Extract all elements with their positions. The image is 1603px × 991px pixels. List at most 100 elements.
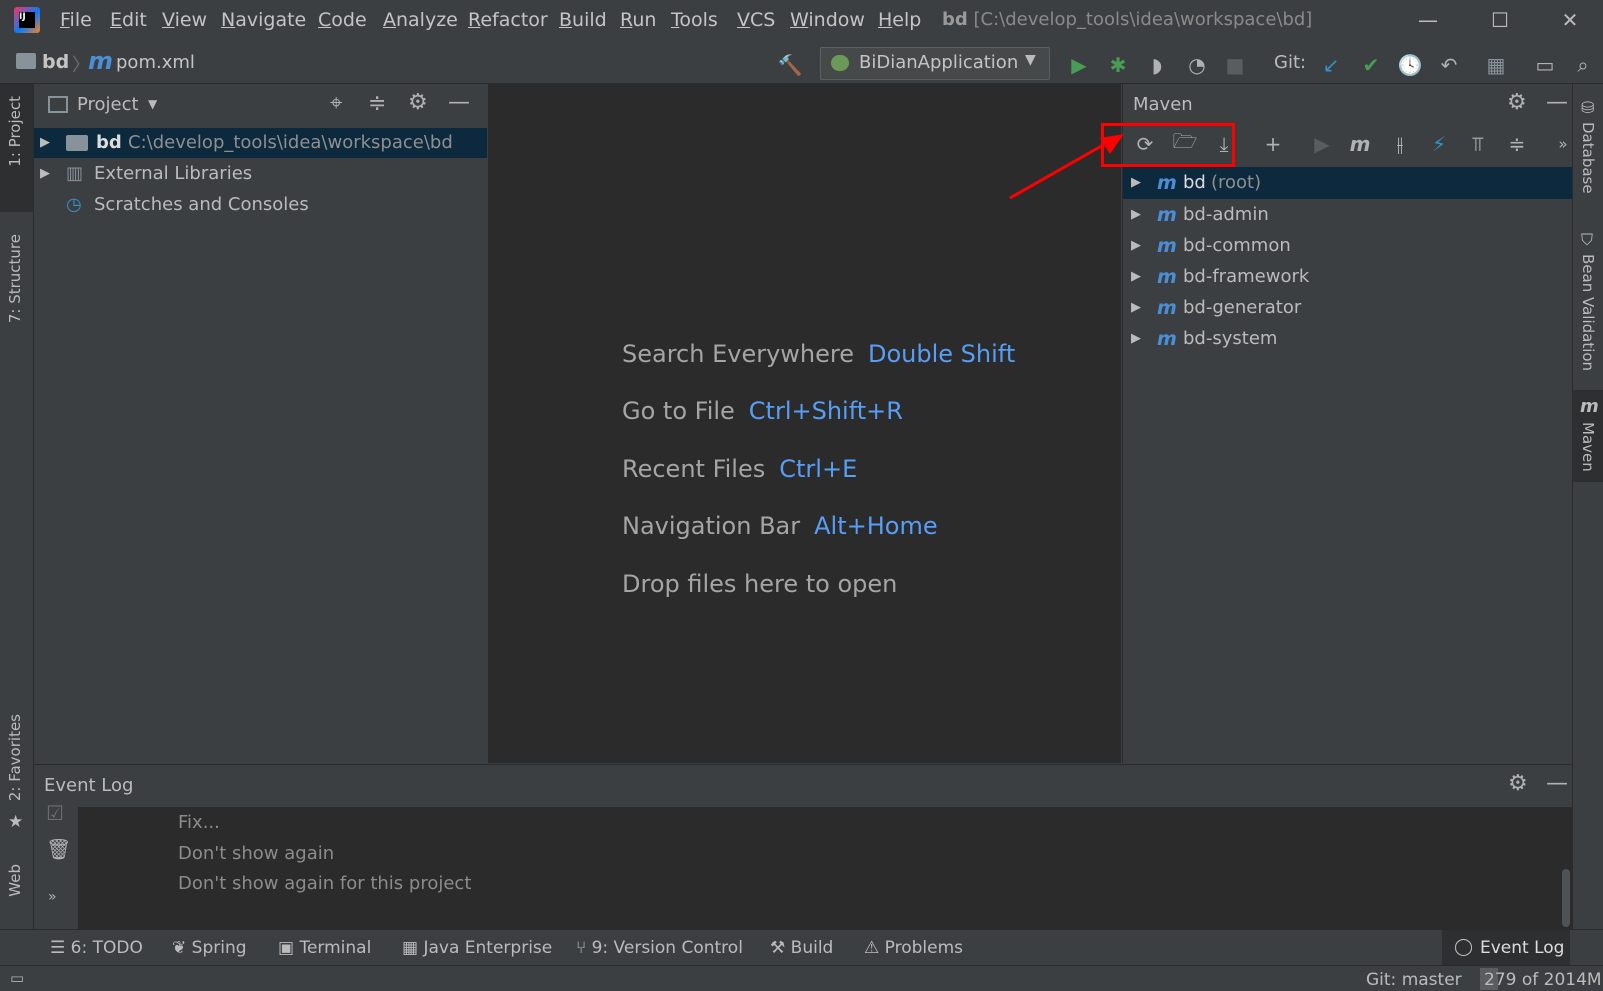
menu-window[interactable]: Window <box>790 9 865 31</box>
expand-arrow-icon[interactable]: ▶ <box>1131 261 1141 293</box>
log-line-dont-show[interactable]: Don't show again <box>178 843 334 864</box>
event-log-content: Fix... Don't show again Don't show again… <box>78 807 1572 930</box>
menu-help[interactable]: Help <box>878 9 921 31</box>
add-plus-icon[interactable]: + <box>1259 130 1287 158</box>
presentation-icon[interactable]: ▭ <box>1530 50 1560 80</box>
database-tool-tab[interactable]: Database <box>1579 122 1597 194</box>
terminal-icon: ▣ <box>278 938 300 958</box>
git-commit-check-icon[interactable]: ✔ <box>1356 50 1386 80</box>
version-control-tab[interactable]: ⑂ 9: Version Control <box>576 938 743 958</box>
maven-module-icon: m <box>1157 204 1177 226</box>
project-panel-title[interactable]: Project <box>77 94 139 115</box>
close-button[interactable]: ✕ <box>1550 6 1590 34</box>
expand-arrow-icon[interactable]: ▶ <box>40 128 50 158</box>
terminal-tab[interactable]: ▣ Terminal <box>278 938 371 958</box>
problems-tab[interactable]: ⚠ Problems <box>864 938 963 958</box>
hammer-icon: ⚒ <box>770 938 791 958</box>
build-tab[interactable]: ⚒ Build <box>770 938 833 958</box>
menu-tools[interactable]: Tools <box>671 9 718 31</box>
event-log-tab[interactable]: ◯ Event Log <box>1442 930 1570 966</box>
collapse-all-icon[interactable]: ≑ <box>1503 130 1531 158</box>
mark-read-checkbox-icon[interactable]: ☑ <box>46 801 64 825</box>
search-icon[interactable]: ⌕ <box>1568 50 1598 80</box>
hide-minus-icon[interactable]: — <box>1546 90 1568 115</box>
menu-code[interactable]: Code <box>318 9 367 31</box>
build-hammer-icon[interactable]: 🔨 <box>775 50 805 80</box>
java-enterprise-tab-label: Java Enterprise <box>423 938 553 958</box>
toggle-offline-icon[interactable]: ⫲ <box>1386 130 1414 158</box>
menu-edit[interactable]: Edit <box>110 9 147 31</box>
gear-icon[interactable]: ⚙ <box>408 90 428 115</box>
bean-validation-tool-tab[interactable]: Bean Validation <box>1579 254 1597 371</box>
tree-item-bd[interactable]: ▶ bd C:\develop_tools\idea\workspace\bd <box>34 128 487 158</box>
hide-minus-icon[interactable]: — <box>1546 771 1568 796</box>
memory-indicator[interactable]: 279 of 2014M <box>1480 968 1602 990</box>
run-icon[interactable]: ▶ <box>1064 50 1094 80</box>
expand-arrow-icon[interactable]: ▶ <box>1131 167 1141 199</box>
structure-tool-tab[interactable]: 7: Structure <box>6 234 24 323</box>
menu-run[interactable]: Run <box>620 9 656 31</box>
maven-module-bd-generator[interactable]: ▶ m bd-generator <box>1123 292 1573 324</box>
todo-tab[interactable]: ☰ 6: TODO <box>50 938 143 958</box>
menu-navigate[interactable]: Navigate <box>221 9 306 31</box>
log-line-dont-show-project[interactable]: Don't show again for this project <box>178 873 471 894</box>
tree-item-scratches[interactable]: ◷ Scratches and Consoles <box>34 190 487 220</box>
skip-tests-icon[interactable]: ⚡ <box>1425 130 1453 158</box>
title-bar: IJ File Edit View Navigate Code Analyze … <box>0 0 1603 41</box>
maven-project-bd-root[interactable]: ▶ m bd (root) <box>1123 167 1573 199</box>
web-tool-tab[interactable]: Web <box>6 864 24 897</box>
show-dependencies-icon[interactable]: ⫪ <box>1464 130 1492 158</box>
expand-arrow-icon[interactable]: ▶ <box>1131 323 1141 355</box>
breadcrumb-project[interactable]: bd <box>42 51 69 73</box>
menu-vcs[interactable]: VCS <box>737 9 775 31</box>
git-update-icon[interactable]: ↙ <box>1316 50 1346 80</box>
maximize-button[interactable]: ☐ <box>1480 6 1520 34</box>
minimize-button[interactable]: — <box>1408 6 1448 34</box>
menu-file[interactable]: File <box>60 9 92 31</box>
log-line-fix[interactable]: Fix... <box>178 812 220 833</box>
rollback-icon[interactable]: ↶ <box>1434 50 1464 80</box>
toggle-tool-windows-icon[interactable]: ▭ <box>10 969 24 987</box>
maven-tool-tab[interactable]: Maven <box>1579 422 1597 472</box>
hide-minus-icon[interactable]: — <box>448 90 470 115</box>
expand-arrow-icon[interactable]: ▶ <box>1131 292 1141 324</box>
menu-analyze[interactable]: Analyze <box>383 9 458 31</box>
run-config-selector[interactable]: BiDianApplication ▼ <box>820 47 1050 80</box>
expand-arrow-icon[interactable]: ▶ <box>1131 230 1141 262</box>
history-clock-icon[interactable]: 🕓 <box>1395 50 1425 80</box>
collapse-all-icon[interactable]: ≑ <box>368 91 386 116</box>
run-maven-build-icon[interactable]: ▶ <box>1308 130 1336 158</box>
more-chevron-icon[interactable]: » <box>48 889 57 905</box>
menu-refactor[interactable]: Refactor <box>468 9 548 31</box>
maven-module-bd-framework[interactable]: ▶ m bd-framework <box>1123 261 1573 293</box>
java-enterprise-tab[interactable]: ▦ Java Enterprise <box>402 938 552 958</box>
execute-maven-goal-icon[interactable]: m <box>1346 130 1374 158</box>
trash-icon[interactable]: 🗑 <box>46 837 71 861</box>
bean-validation-icon: ⛉ <box>1581 230 1594 249</box>
locate-crosshair-icon[interactable]: ⌖ <box>330 91 342 116</box>
gear-icon[interactable]: ⚙ <box>1508 771 1528 796</box>
profile-icon[interactable]: ◔ <box>1182 50 1212 80</box>
debug-bug-icon[interactable]: ✱ <box>1103 50 1133 80</box>
run-with-coverage-icon[interactable]: ◗ <box>1142 50 1172 80</box>
gear-icon[interactable]: ⚙ <box>1507 90 1527 115</box>
maven-module-bd-common[interactable]: ▶ m bd-common <box>1123 230 1573 262</box>
menu-build[interactable]: Build <box>559 9 607 31</box>
git-branch-status[interactable]: Git: master <box>1366 970 1462 990</box>
maven-module-bd-system[interactable]: ▶ m bd-system <box>1123 323 1573 355</box>
view-selector-chevron-down-icon[interactable]: ▼ <box>148 97 157 111</box>
menu-view[interactable]: View <box>162 9 207 31</box>
expand-arrow-icon[interactable]: ▶ <box>1131 199 1141 231</box>
expand-arrow-icon[interactable]: ▶ <box>40 159 50 189</box>
stop-icon[interactable]: ■ <box>1220 50 1250 80</box>
favorites-tool-tab[interactable]: 2: Favorites <box>6 714 24 801</box>
scrollbar[interactable] <box>1562 869 1570 927</box>
breadcrumb-file[interactable]: pom.xml <box>116 52 195 73</box>
project-tool-tab[interactable]: 1: Project <box>6 96 24 167</box>
maven-module-bd-admin[interactable]: ▶ m bd-admin <box>1123 199 1573 231</box>
spring-tab[interactable]: ❦ Spring <box>172 938 247 958</box>
tree-item-external-libraries[interactable]: ▶ ▥ External Libraries <box>34 159 487 189</box>
project-structure-icon[interactable]: ▦ <box>1481 50 1511 80</box>
star-icon: ★ <box>8 812 24 832</box>
bottom-tool-tabs: ☰ 6: TODO ❦ Spring ▣ Terminal ▦ Java Ent… <box>0 929 1603 966</box>
